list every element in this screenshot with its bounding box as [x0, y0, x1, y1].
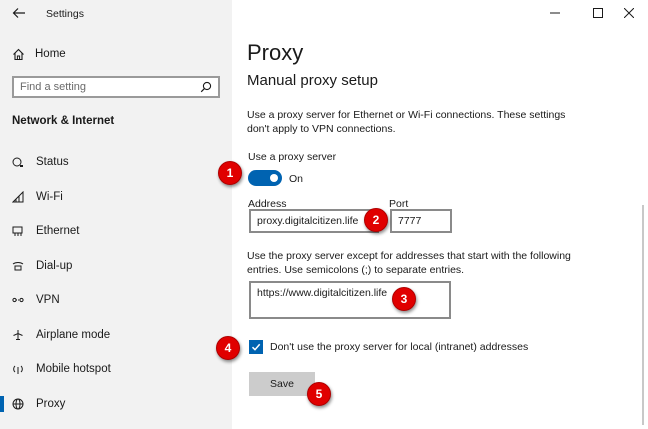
sidebar-item-label: Airplane mode	[36, 328, 111, 341]
sidebar-item-airplane[interactable]: Airplane mode	[0, 318, 232, 353]
app-title: Settings	[46, 8, 84, 20]
sidebar-item-label: Ethernet	[36, 225, 80, 238]
sidebar-nav: Status Wi-Fi Ethernet Dial-up VPN Airpla…	[0, 145, 232, 421]
callout-1: 1	[218, 161, 242, 185]
vpn-icon	[12, 294, 24, 306]
use-proxy-toggle[interactable]	[248, 170, 282, 186]
sidebar-item-label: Proxy	[36, 397, 66, 410]
exceptions-description: Use the proxy server except for addresse…	[247, 250, 571, 276]
globe-icon	[12, 398, 24, 410]
port-input[interactable]	[398, 215, 444, 227]
sidebar-item-status[interactable]: Status	[0, 145, 232, 180]
section-heading: Network & Internet	[12, 115, 115, 127]
sidebar-item-vpn[interactable]: VPN	[0, 283, 232, 318]
sidebar: Settings Home Network & Internet Status …	[0, 0, 232, 429]
sidebar-item-ethernet[interactable]: Ethernet	[0, 214, 232, 249]
ethernet-icon	[12, 225, 24, 237]
local-addresses-label: Don't use the proxy server for local (in…	[270, 341, 529, 353]
sidebar-item-home[interactable]: Home	[12, 44, 66, 64]
callout-4: 4	[216, 336, 240, 360]
port-field[interactable]	[390, 209, 452, 233]
home-icon	[13, 48, 24, 60]
toggle-knob	[270, 174, 278, 182]
exceptions-field[interactable]: https://www.digitalcitizen.life	[249, 281, 451, 319]
sidebar-item-hotspot[interactable]: Mobile hotspot	[0, 352, 232, 387]
back-arrow-icon[interactable]	[12, 6, 26, 20]
use-proxy-label: Use a proxy server	[248, 151, 337, 163]
sidebar-item-dialup[interactable]: Dial-up	[0, 249, 232, 284]
sidebar-item-label: Mobile hotspot	[36, 363, 111, 376]
page-title: Proxy	[247, 40, 304, 65]
dialup-icon	[12, 260, 24, 272]
callout-2: 2	[364, 208, 388, 232]
local-addresses-checkbox[interactable]	[249, 340, 263, 354]
wifi-icon	[12, 190, 24, 203]
status-icon	[12, 156, 24, 168]
search-input[interactable]	[20, 81, 200, 93]
sidebar-item-proxy[interactable]: Proxy	[0, 387, 232, 422]
home-label: Home	[35, 48, 66, 60]
checkmark-icon	[251, 343, 261, 351]
airplane-icon	[12, 329, 24, 341]
title-bar: Settings	[0, 0, 232, 26]
exceptions-value: https://www.digitalcitizen.life	[257, 287, 388, 299]
section-subtitle: Manual proxy setup	[247, 72, 378, 89]
toggle-state-label: On	[289, 173, 304, 185]
search-box[interactable]	[12, 76, 220, 98]
sidebar-item-label: Status	[36, 156, 69, 169]
callout-3: 3	[392, 287, 416, 311]
address-field[interactable]	[249, 209, 379, 233]
sidebar-item-wifi[interactable]: Wi-Fi	[0, 180, 232, 215]
search-icon[interactable]	[200, 81, 212, 93]
sidebar-item-label: Wi-Fi	[36, 190, 63, 203]
scrollbar[interactable]	[642, 205, 644, 425]
sidebar-item-label: VPN	[36, 294, 60, 307]
callout-5: 5	[307, 382, 331, 406]
main-content: Proxy Manual proxy setup Use a proxy ser…	[232, 0, 648, 429]
sidebar-item-label: Dial-up	[36, 259, 73, 272]
proxy-description: Use a proxy server for Ethernet or Wi-Fi…	[247, 109, 566, 135]
hotspot-icon	[12, 363, 24, 375]
save-button[interactable]: Save	[249, 372, 315, 396]
address-input[interactable]	[257, 215, 371, 227]
